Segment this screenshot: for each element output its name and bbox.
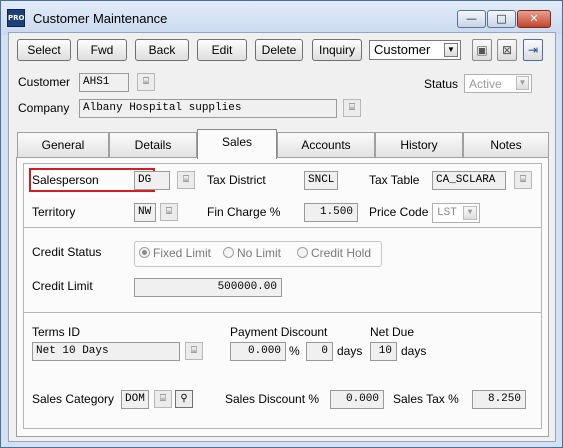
sales-tab-panel: Salesperson DG ⌸ Tax District SNCL Tax T… xyxy=(16,157,549,437)
tab-history[interactable]: History xyxy=(375,132,463,158)
radio-dot xyxy=(223,247,234,258)
inquiry-button[interactable]: Inquiry xyxy=(312,39,362,61)
save-icon[interactable]: ▣ xyxy=(472,39,492,61)
fwd-button[interactable]: Fwd xyxy=(77,39,127,61)
tab-details[interactable]: Details xyxy=(109,132,197,158)
radio-no-limit[interactable]: No Limit xyxy=(223,246,281,260)
territory-label: Territory xyxy=(32,205,76,219)
payment-discount-field[interactable]: 0.000 xyxy=(230,342,286,361)
edit-button[interactable]: Edit xyxy=(197,39,247,61)
radio-credit-hold-label: Credit Hold xyxy=(311,246,372,260)
radio-no-limit-label: No Limit xyxy=(237,246,282,260)
payment-discount-label: Payment Discount xyxy=(230,325,328,339)
net-due-field[interactable]: 10 xyxy=(370,342,397,361)
customer-field[interactable]: AHS1 xyxy=(79,73,129,92)
tax-table-lookup-icon[interactable]: ⌸ xyxy=(514,171,532,189)
radio-fixed-limit[interactable]: Fixed Limit xyxy=(139,246,211,260)
tax-table-field[interactable]: CA_SCLARA xyxy=(432,171,506,190)
tab-sales[interactable]: Sales xyxy=(197,129,277,159)
terms-section: Terms ID Net 10 Days ⌸ Payment Discount … xyxy=(23,312,542,429)
salesperson-section: Salesperson DG ⌸ Tax District SNCL Tax T… xyxy=(23,163,542,228)
sales-discount-field[interactable]: 0.000 xyxy=(330,390,384,409)
discount-days-field[interactable]: 0 xyxy=(306,342,333,361)
radio-dot-selected xyxy=(139,247,150,258)
app-icon: PRO xyxy=(7,9,25,27)
select-button[interactable]: Select xyxy=(17,39,71,61)
fin-charge-field[interactable]: 1.500 xyxy=(304,203,358,222)
terms-id-lookup-icon[interactable]: ⌸ xyxy=(185,342,203,360)
sales-category-lookup-icon[interactable]: ⌸ xyxy=(154,390,172,408)
net-due-label: Net Due xyxy=(370,325,415,339)
percent-sign: % xyxy=(289,344,300,358)
sales-discount-label: Sales Discount % xyxy=(225,392,320,406)
tab-accounts[interactable]: Accounts xyxy=(277,132,375,158)
radio-dot xyxy=(297,247,308,258)
radio-fixed-limit-label: Fixed Limit xyxy=(153,246,212,260)
exit-icon[interactable]: ⇥ xyxy=(523,39,543,61)
sales-category-field[interactable]: DOM xyxy=(121,390,149,409)
back-button[interactable]: Back xyxy=(135,39,189,61)
customer-label: Customer xyxy=(18,75,71,89)
sales-category-label: Sales Category xyxy=(32,392,115,406)
tax-district-field[interactable]: SNCL xyxy=(304,171,338,190)
view-combo-value: Customer xyxy=(374,42,431,57)
chevron-down-icon[interactable]: ▼ xyxy=(444,43,458,57)
credit-section: Credit Status Fixed Limit No Limit Credi… xyxy=(23,227,542,313)
net-due-days-label: days xyxy=(401,344,427,358)
credit-limit-field[interactable]: 500000.00 xyxy=(134,278,282,297)
customer-maintenance-window: PRO Customer Maintenance — □ ✕ Select Fw… xyxy=(0,0,563,448)
title-bar[interactable]: PRO Customer Maintenance — □ ✕ xyxy=(1,1,562,35)
salesperson-field[interactable]: DG xyxy=(134,171,170,190)
credit-limit-label: Credit Limit xyxy=(32,279,93,293)
territory-lookup-icon[interactable]: ⌸ xyxy=(160,203,178,221)
tab-notes[interactable]: Notes xyxy=(463,132,549,158)
salesperson-lookup-icon[interactable]: ⌸ xyxy=(177,171,195,189)
credit-status-radio-group: Fixed Limit No Limit Credit Hold xyxy=(134,241,382,267)
territory-field[interactable]: NW xyxy=(134,203,156,222)
status-combo[interactable]: Active ▼ xyxy=(464,74,532,93)
customer-lookup-icon[interactable]: ⌸ xyxy=(137,73,155,91)
maximize-button[interactable]: □ xyxy=(487,10,516,28)
radio-credit-hold[interactable]: Credit Hold xyxy=(297,246,371,260)
price-code-value: LST xyxy=(437,207,457,219)
minimize-button[interactable]: — xyxy=(457,10,486,28)
sales-tax-field[interactable]: 8.250 xyxy=(472,390,526,409)
window-title: Customer Maintenance xyxy=(33,11,168,26)
price-code-label: Price Code xyxy=(369,205,429,219)
client-area: Select Fwd Back Edit Delete Inquiry Cust… xyxy=(8,32,556,442)
discount-days-label: days xyxy=(337,344,363,358)
tax-table-label: Tax Table xyxy=(369,173,420,187)
chevron-down-icon[interactable]: ▼ xyxy=(463,206,477,220)
salesperson-label: Salesperson xyxy=(32,173,99,187)
credit-status-label: Credit Status xyxy=(32,245,102,259)
chevron-down-icon[interactable]: ▼ xyxy=(516,76,529,90)
fin-charge-label: Fin Charge % xyxy=(207,205,281,219)
view-combo[interactable]: Customer ▼ xyxy=(369,40,461,60)
cancel-icon[interactable]: ⊠ xyxy=(497,39,517,61)
tax-district-label: Tax District xyxy=(207,173,266,187)
tab-general[interactable]: General xyxy=(17,132,109,158)
company-label: Company xyxy=(18,101,70,115)
terms-id-field[interactable]: Net 10 Days xyxy=(32,342,180,361)
status-value: Active xyxy=(469,77,502,91)
company-field[interactable]: Albany Hospital supplies xyxy=(79,99,337,118)
close-button[interactable]: ✕ xyxy=(517,10,551,28)
price-code-combo[interactable]: LST ▼ xyxy=(432,203,480,223)
sales-tax-label: Sales Tax % xyxy=(393,392,459,406)
status-label: Status xyxy=(424,77,459,91)
terms-id-label: Terms ID xyxy=(32,325,80,339)
search-icon[interactable]: ⚲ xyxy=(175,390,193,408)
delete-button[interactable]: Delete xyxy=(255,39,303,61)
company-lookup-icon[interactable]: ⌸ xyxy=(343,99,361,117)
